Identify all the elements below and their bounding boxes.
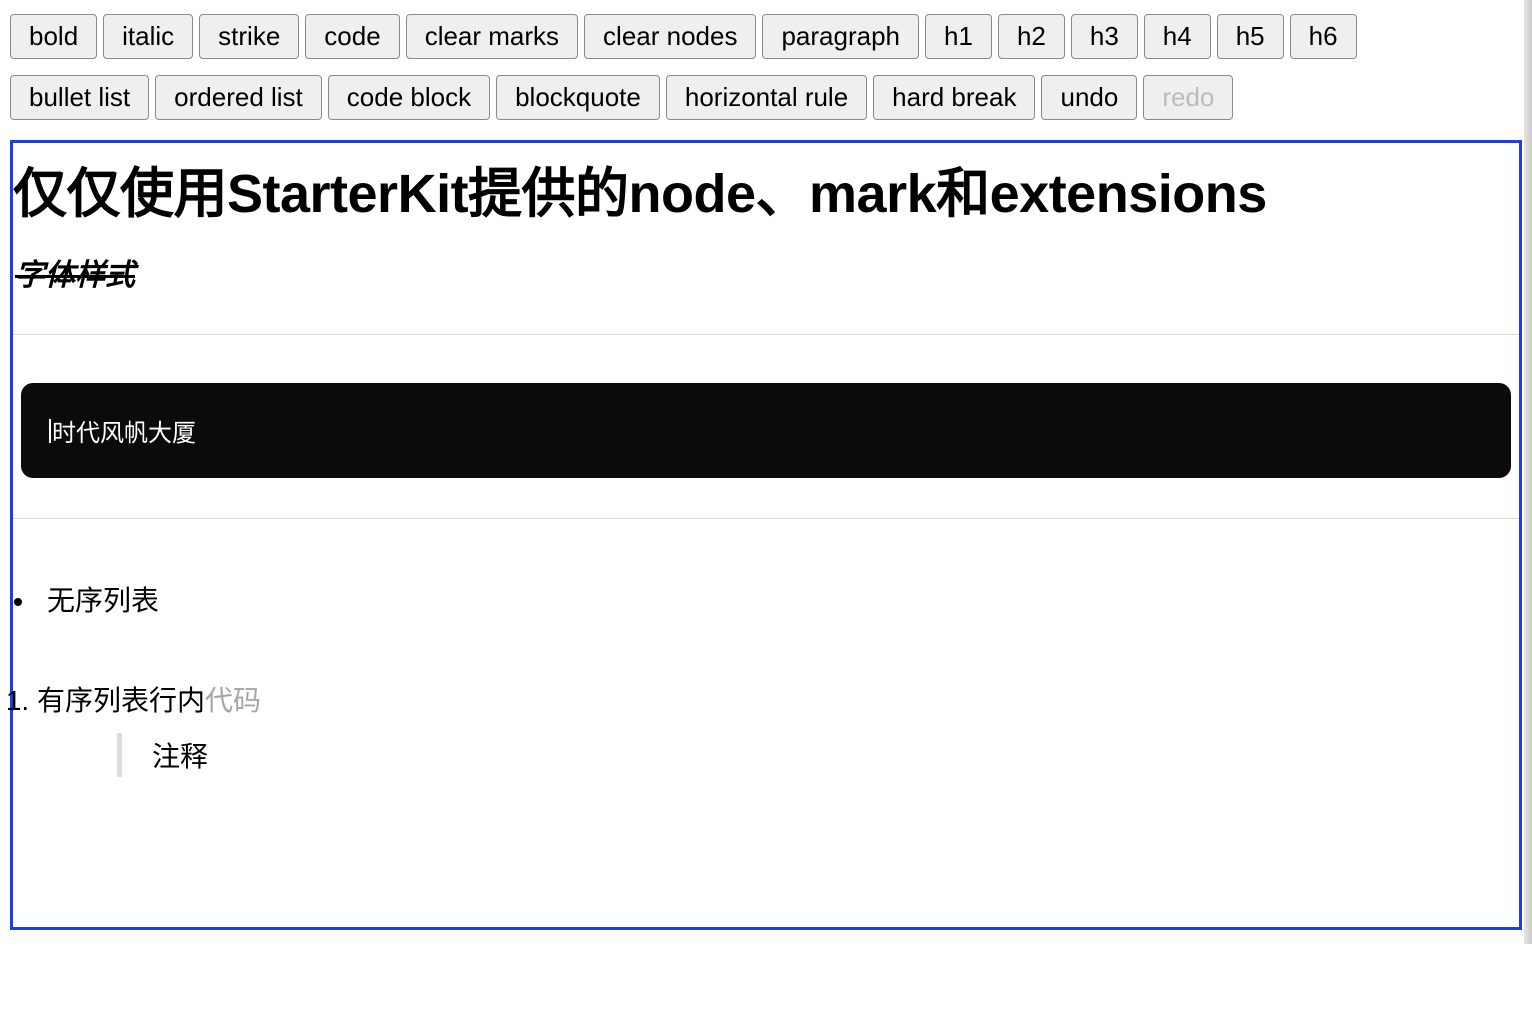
ordered-list-button[interactable]: ordered list [155,75,322,120]
redo-button[interactable]: redo [1143,75,1233,120]
list-item[interactable]: 有序列表行内代码 注释 [37,679,1519,777]
editor-toolbar: bolditalicstrikecodeclear marksclear nod… [10,14,1522,130]
list-item-text: 有序列表行内 [37,685,205,716]
inline-code: 代码 [205,685,261,716]
list-item-text: 无序列表 [47,585,159,616]
hard-break-button[interactable]: hard break [873,75,1035,120]
text-cursor [49,419,51,443]
clear-marks-button[interactable]: clear marks [406,14,578,59]
h4-button[interactable]: h4 [1144,14,1211,59]
h3-button[interactable]: h3 [1071,14,1138,59]
bullet-list-button[interactable]: bullet list [10,75,149,120]
toolbar-row-1: bolditalicstrikecodeclear marksclear nod… [10,14,1522,59]
editor-ordered-list[interactable]: 有序列表行内代码 注释 [17,679,1519,777]
paragraph-button[interactable]: paragraph [762,14,919,59]
undo-button[interactable]: undo [1041,75,1137,120]
h2-button[interactable]: h2 [998,14,1065,59]
editor-code-block[interactable]: 时代风帆大厦 [21,383,1511,478]
h6-button[interactable]: h6 [1290,14,1357,59]
horizontal-rule-button[interactable]: horizontal rule [666,75,867,120]
scrollbar-edge [1524,0,1532,944]
editor-blockquote[interactable]: 注释 [117,733,1519,777]
h5-button[interactable]: h5 [1217,14,1284,59]
clear-nodes-button[interactable]: clear nodes [584,14,756,59]
editor-heading[interactable]: 仅仅使用StarterKit提供的node、mark和extensions [13,149,1519,228]
horizontal-rule [13,518,1519,519]
code-block-text: 时代风帆大厦 [52,420,196,447]
blockquote-button[interactable]: blockquote [496,75,660,120]
list-item[interactable]: 无序列表 [37,579,1519,619]
editor-area[interactable]: 仅仅使用StarterKit提供的node、mark和extensions 字体… [10,140,1522,930]
bold-button[interactable]: bold [10,14,97,59]
horizontal-rule [13,334,1519,335]
code-button[interactable]: code [305,14,399,59]
editor-styled-paragraph[interactable]: 字体样式 [15,250,1519,294]
h1-button[interactable]: h1 [925,14,992,59]
code-block-button[interactable]: code block [328,75,490,120]
toolbar-row-2: bullet listordered listcode blockblockqu… [10,75,1522,120]
italic-button[interactable]: italic [103,14,193,59]
editor-bullet-list[interactable]: 无序列表 [25,579,1519,619]
strike-button[interactable]: strike [199,14,299,59]
